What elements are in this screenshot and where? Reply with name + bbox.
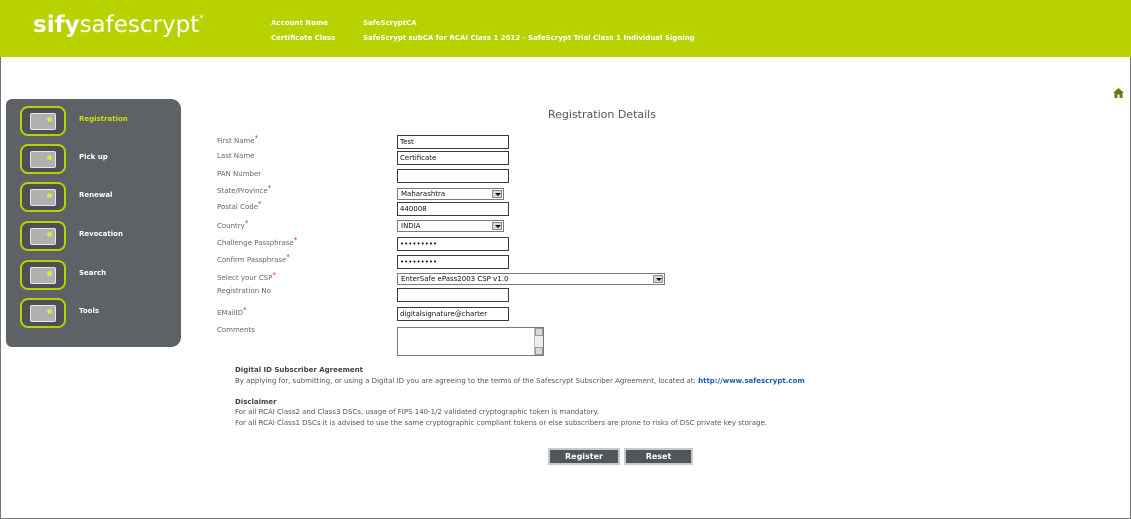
registration-no-label: Registration No — [217, 287, 271, 295]
agreement-text: By applying for, submitting, or using a … — [235, 377, 805, 385]
chevron-down-icon — [492, 190, 502, 198]
disclaimer-line-2: For all RCAI Class1 DSCs it is advised t… — [235, 419, 768, 427]
sidebar-item-registration[interactable]: Registration — [6, 102, 181, 138]
register-button[interactable]: Register — [548, 448, 620, 465]
chevron-down-icon — [653, 275, 663, 283]
renewal-icon — [20, 182, 66, 212]
state-select[interactable]: Maharashtra — [397, 188, 504, 200]
last-name-label: Last Name — [217, 152, 255, 160]
comments-textarea[interactable] — [397, 327, 544, 356]
confirm-passphrase-label: Confirm Passphrase* — [217, 253, 290, 264]
reset-button[interactable]: Reset — [624, 448, 693, 465]
required-mark: * — [254, 134, 259, 142]
certificate-class-label: Certificate Class — [271, 34, 336, 42]
sidebar-nav: Registration Pick up Renewal Revocation … — [6, 99, 181, 347]
pan-number-field[interactable] — [397, 169, 509, 183]
disclaimer-line-1: For all RCAI Class2 and Class3 DSCs, usa… — [235, 408, 599, 416]
postal-code-label: Postal Code* — [217, 200, 262, 211]
tools-icon — [20, 298, 66, 328]
state-label: State/Province* — [217, 184, 272, 195]
comments-label: Comments — [217, 326, 255, 334]
registration-no-field[interactable] — [397, 288, 509, 302]
agreement-heading: Digital ID Subscriber Agreement — [235, 366, 363, 374]
account-values: SafeScryptCA SafeScrypt subCA for RCAI C… — [363, 16, 695, 46]
sidebar-item-revocation[interactable]: Revocation — [6, 217, 181, 253]
safescrypt-logo: sifysafescrypt* — [33, 12, 204, 38]
search-icon — [20, 260, 66, 290]
account-name-value: SafeScryptCA — [363, 19, 417, 27]
csp-select[interactable]: EnterSafe ePass2003 CSP v1.0 — [397, 273, 665, 285]
email-label: EMailID* — [217, 306, 247, 317]
header-bar: sifysafescrypt* Account Name Certificate… — [0, 0, 1131, 57]
certificate-class-value: SafeScrypt subCA for RCAI Class 1 2012 -… — [363, 34, 695, 42]
revocation-icon — [20, 221, 66, 251]
challenge-passphrase-field[interactable]: ••••••••• — [397, 237, 509, 251]
postal-code-field[interactable]: 440008 — [397, 202, 509, 216]
disclaimer-heading: Disclaimer — [235, 398, 277, 406]
csp-label: Select your CSP* — [217, 271, 276, 282]
sidebar-item-pickup[interactable]: Pick up — [6, 140, 181, 176]
account-labels: Account Name Certificate Class — [271, 16, 335, 46]
chevron-down-icon — [492, 222, 502, 230]
safescrypt-link[interactable]: http://www.safescrypt.com — [698, 377, 805, 385]
sidebar-item-search[interactable]: Search — [6, 256, 181, 292]
sidebar-item-renewal[interactable]: Renewal — [6, 178, 181, 214]
email-field[interactable]: digitalsignature@charter — [397, 307, 509, 321]
pickup-icon — [20, 144, 66, 174]
registration-icon — [20, 106, 66, 136]
country-label: Country* — [217, 219, 249, 230]
textarea-scrollbar[interactable] — [534, 328, 543, 355]
confirm-passphrase-field[interactable]: ••••••••• — [397, 255, 509, 269]
pan-number-label: PAN Number — [217, 170, 262, 178]
first-name-label: First Name* — [217, 134, 259, 145]
sidebar-item-tools[interactable]: Tools — [6, 294, 181, 330]
account-name-label: Account Name — [271, 19, 328, 27]
first-name-field[interactable]: Test — [397, 135, 509, 149]
last-name-field[interactable]: Certificate — [397, 151, 509, 165]
home-icon[interactable] — [1113, 88, 1124, 98]
country-select[interactable]: INDIA — [397, 220, 504, 232]
challenge-passphrase-label: Challenge Passphrase* — [217, 236, 298, 247]
page-title: Registration Details — [548, 108, 656, 121]
